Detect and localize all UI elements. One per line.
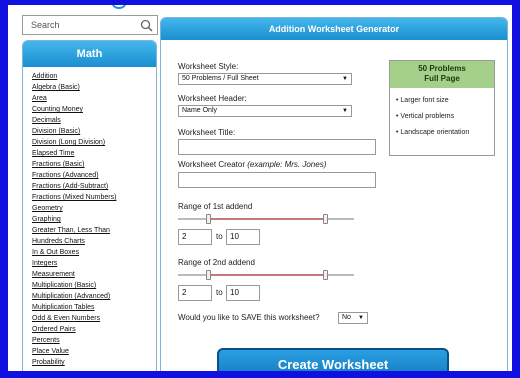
sidebar-item-fractions-add-subtract[interactable]: Fractions (Add-Subtract): [32, 181, 156, 192]
sidebar-item-integers[interactable]: Integers: [32, 258, 156, 269]
creator-label-row: Worksheet Creator (example: Mrs. Jones): [178, 160, 326, 169]
search-box[interactable]: [22, 15, 158, 35]
page-frame: Math Addition Algebra (Basic) Area Count…: [8, 5, 512, 371]
sidebar-item-addition[interactable]: Addition: [32, 71, 156, 82]
range2-label: Range of 2nd addend: [178, 258, 255, 267]
range2-min-input[interactable]: 2: [178, 285, 212, 301]
sidebar-item-hundreds-charts[interactable]: Hundreds Charts: [32, 236, 156, 247]
slider-max-handle[interactable]: [323, 270, 328, 280]
sidebar-title: Math: [23, 41, 156, 67]
info-item-text: Larger font size: [400, 97, 449, 104]
range1-slider[interactable]: [178, 214, 354, 224]
sidebar-item-area[interactable]: Area: [32, 93, 156, 104]
sidebar-item-odd-even[interactable]: Odd & Even Numbers: [32, 313, 156, 324]
save-label: Would you like to SAVE this worksheet?: [178, 313, 320, 322]
range1-max-input[interactable]: 10: [226, 229, 260, 245]
creator-input[interactable]: [178, 172, 376, 188]
sidebar-item-counting-money[interactable]: Counting Money: [32, 104, 156, 115]
chevron-down-icon: ▼: [358, 315, 364, 321]
sidebar-item-geometry[interactable]: Geometry: [32, 203, 156, 214]
sidebar-item-graphing[interactable]: Graphing: [32, 214, 156, 225]
header-select-value: Name Only: [182, 107, 218, 114]
slider-max-handle[interactable]: [323, 214, 328, 224]
info-item-text: Landscape orientation: [400, 129, 470, 136]
info-title-line2: Full Page: [424, 74, 460, 83]
sidebar-item-fractions-advanced[interactable]: Fractions (Advanced): [32, 170, 156, 181]
site-logo-fragment: [112, 5, 126, 9]
save-select-value: No: [342, 314, 351, 321]
sidebar-item-multiplication-tables[interactable]: Multiplication Tables: [32, 302, 156, 313]
style-info-box: 50 Problems Full Page • Larger font size…: [389, 60, 495, 156]
range1-to-label: to: [216, 232, 223, 241]
create-worksheet-button[interactable]: Create Worksheet: [217, 348, 449, 371]
sidebar-item-percents[interactable]: Percents: [32, 335, 156, 346]
sidebar-item-place-value[interactable]: Place Value: [32, 346, 156, 357]
info-title-line1: 50 Problems: [418, 64, 466, 73]
header-label: Worksheet Header:: [178, 94, 247, 103]
sidebar-item-multiplication-advanced[interactable]: Multiplication (Advanced): [32, 291, 156, 302]
sidebar-item-greater-less[interactable]: Greater Than, Less Than: [32, 225, 156, 236]
sidebar-item-multiplication-basic[interactable]: Multiplication (Basic): [32, 280, 156, 291]
header-select[interactable]: Name Only ▼: [178, 105, 352, 117]
creator-hint: (example: Mrs. Jones): [247, 160, 327, 169]
style-select[interactable]: 50 Problems / Full Sheet ▼: [178, 73, 352, 85]
info-list: • Larger font size • Vertical problems •…: [390, 88, 494, 141]
style-label: Worksheet Style:: [178, 62, 239, 71]
info-item: • Landscape orientation: [396, 129, 470, 136]
save-select[interactable]: No ▼: [338, 312, 368, 324]
search-icon[interactable]: [140, 19, 153, 32]
sidebar-list: Addition Algebra (Basic) Area Counting M…: [23, 67, 156, 368]
sidebar-item-algebra-basic[interactable]: Algebra (Basic): [32, 82, 156, 93]
title-input[interactable]: [178, 139, 376, 155]
range1-min-input[interactable]: 2: [178, 229, 212, 245]
info-item: • Vertical problems: [396, 113, 455, 120]
sidebar-item-division-basic[interactable]: Division (Basic): [32, 126, 156, 137]
sidebar-item-measurement[interactable]: Measurement: [32, 269, 156, 280]
sidebar-item-ordered-pairs[interactable]: Ordered Pairs: [32, 324, 156, 335]
info-item-text: Vertical problems: [400, 113, 455, 120]
range2-max-input[interactable]: 10: [226, 285, 260, 301]
range2-to-label: to: [216, 288, 223, 297]
creator-label: Worksheet Creator: [178, 160, 245, 169]
style-select-value: 50 Problems / Full Sheet: [182, 75, 259, 82]
chevron-down-icon: ▼: [342, 108, 348, 114]
info-item: • Larger font size: [396, 97, 449, 104]
sidebar: Math Addition Algebra (Basic) Area Count…: [22, 40, 157, 371]
slider-range-fill: [208, 218, 326, 220]
sidebar-item-fractions-basic[interactable]: Fractions (Basic): [32, 159, 156, 170]
slider-min-handle[interactable]: [206, 270, 211, 280]
sidebar-item-probability[interactable]: Probability: [32, 357, 156, 368]
generator-panel: Addition Worksheet Generator Worksheet S…: [160, 17, 508, 371]
search-input[interactable]: [23, 16, 135, 34]
slider-range-fill: [208, 274, 326, 276]
chevron-down-icon: ▼: [342, 76, 348, 82]
sidebar-item-fractions-mixed[interactable]: Fractions (Mixed Numbers): [32, 192, 156, 203]
sidebar-item-elapsed-time[interactable]: Elapsed Time: [32, 148, 156, 159]
sidebar-item-decimals[interactable]: Decimals: [32, 115, 156, 126]
slider-min-handle[interactable]: [206, 214, 211, 224]
sidebar-item-long-division[interactable]: Division (Long Division): [32, 137, 156, 148]
title-label: Worksheet Title:: [178, 128, 236, 137]
range1-label: Range of 1st addend: [178, 202, 253, 211]
range2-slider[interactable]: [178, 270, 354, 280]
sidebar-item-in-out-boxes[interactable]: In & Out Boxes: [32, 247, 156, 258]
generator-title: Addition Worksheet Generator: [161, 18, 507, 40]
info-title: 50 Problems Full Page: [390, 61, 494, 88]
